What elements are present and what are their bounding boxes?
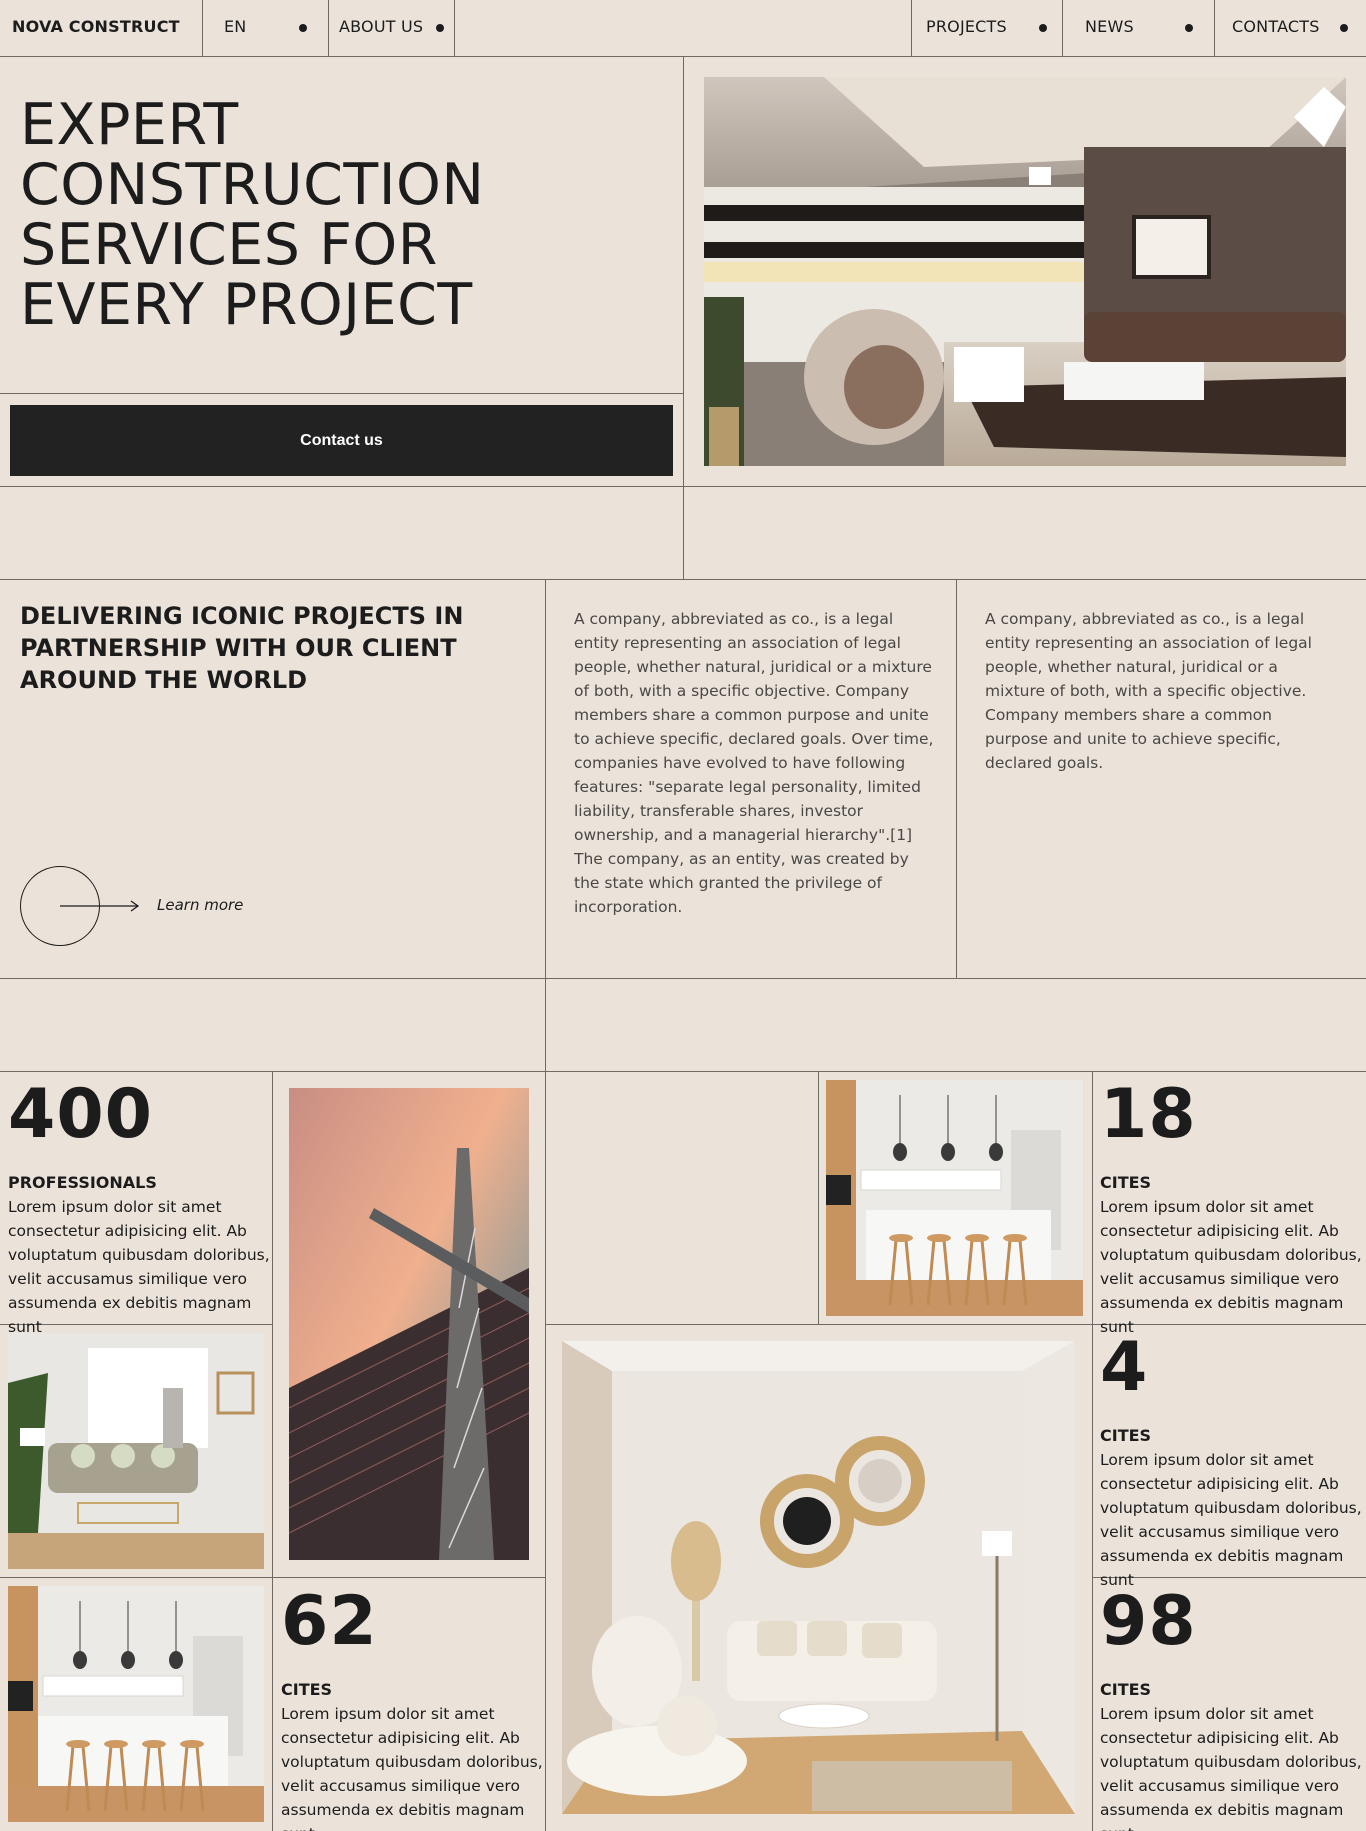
kitchen-bar-image: [8, 1586, 264, 1822]
projects-dot-icon: [1039, 24, 1047, 32]
hero-title-line-2: CONSTRUCTION: [20, 152, 485, 218]
hero-living-room-image: [704, 77, 1346, 466]
learn-more-label[interactable]: Learn more: [157, 896, 243, 914]
stat-label-cities-4: CITES: [1100, 1426, 1152, 1445]
stat-number-professionals: 400: [8, 1075, 153, 1154]
stat-description-professionals: Lorem ipsum dolor sit amet consectetur a…: [8, 1198, 270, 1336]
stat-description-cities-4: Lorem ipsum dolor sit amet consectetur a…: [1100, 1451, 1362, 1589]
stat-description-cities-18: Lorem ipsum dolor sit amet consectetur a…: [1100, 1198, 1362, 1336]
language-selector[interactable]: EN: [224, 17, 246, 36]
about-paragraph-1: A company, abbreviated as co., is a lega…: [574, 610, 934, 916]
boho-living-room-image: [562, 1341, 1075, 1814]
about-heading: DELIVERING ICONIC PROJECTS IN PARTNERSHI…: [20, 602, 464, 694]
stat-number-cities-98: 98: [1100, 1582, 1197, 1661]
arrow-right-icon[interactable]: [60, 899, 140, 913]
stat-label-cities-18: CITES: [1100, 1173, 1152, 1192]
crane-sky-image: [289, 1088, 529, 1560]
nav-contacts[interactable]: CONTACTS: [1232, 17, 1320, 36]
hero-title: EXPERT CONSTRUCTION SERVICES FOR EVERY P…: [20, 95, 680, 335]
about-dot-icon: [436, 24, 444, 32]
stat-label-cities-62: CITES: [281, 1680, 333, 1699]
contacts-dot-icon: [1340, 24, 1348, 32]
brand-logo[interactable]: NOVA CONSTRUCT: [12, 17, 180, 36]
hero-title-line-1: EXPERT: [20, 92, 239, 158]
nav-about-us[interactable]: ABOUT US: [339, 17, 423, 36]
stat-number-cities-18: 18: [1100, 1075, 1197, 1154]
stat-number-cities-4: 4: [1100, 1328, 1149, 1407]
hero-title-line-3: SERVICES FOR: [20, 212, 438, 278]
stat-description-cities-98: Lorem ipsum dolor sit amet consectetur a…: [1100, 1705, 1362, 1831]
language-dot-icon: [299, 24, 307, 32]
news-dot-icon: [1185, 24, 1193, 32]
sofa-living-room-image: [8, 1333, 264, 1569]
nav-news[interactable]: NEWS: [1085, 17, 1134, 36]
contact-us-button[interactable]: Contact us: [10, 405, 673, 476]
about-paragraph-2: A company, abbreviated as co., is a lega…: [985, 610, 1312, 772]
stat-number-cities-62: 62: [281, 1582, 378, 1661]
hero-title-line-4: EVERY PROJECT: [20, 272, 473, 338]
nav-projects[interactable]: PROJECTS: [926, 17, 1007, 36]
kitchen-image: [826, 1080, 1083, 1316]
stat-description-cities-62: Lorem ipsum dolor sit amet consectetur a…: [281, 1705, 543, 1831]
stat-label-cities-98: CITES: [1100, 1680, 1152, 1699]
stat-label-professionals: PROFESSIONALS: [8, 1173, 157, 1192]
